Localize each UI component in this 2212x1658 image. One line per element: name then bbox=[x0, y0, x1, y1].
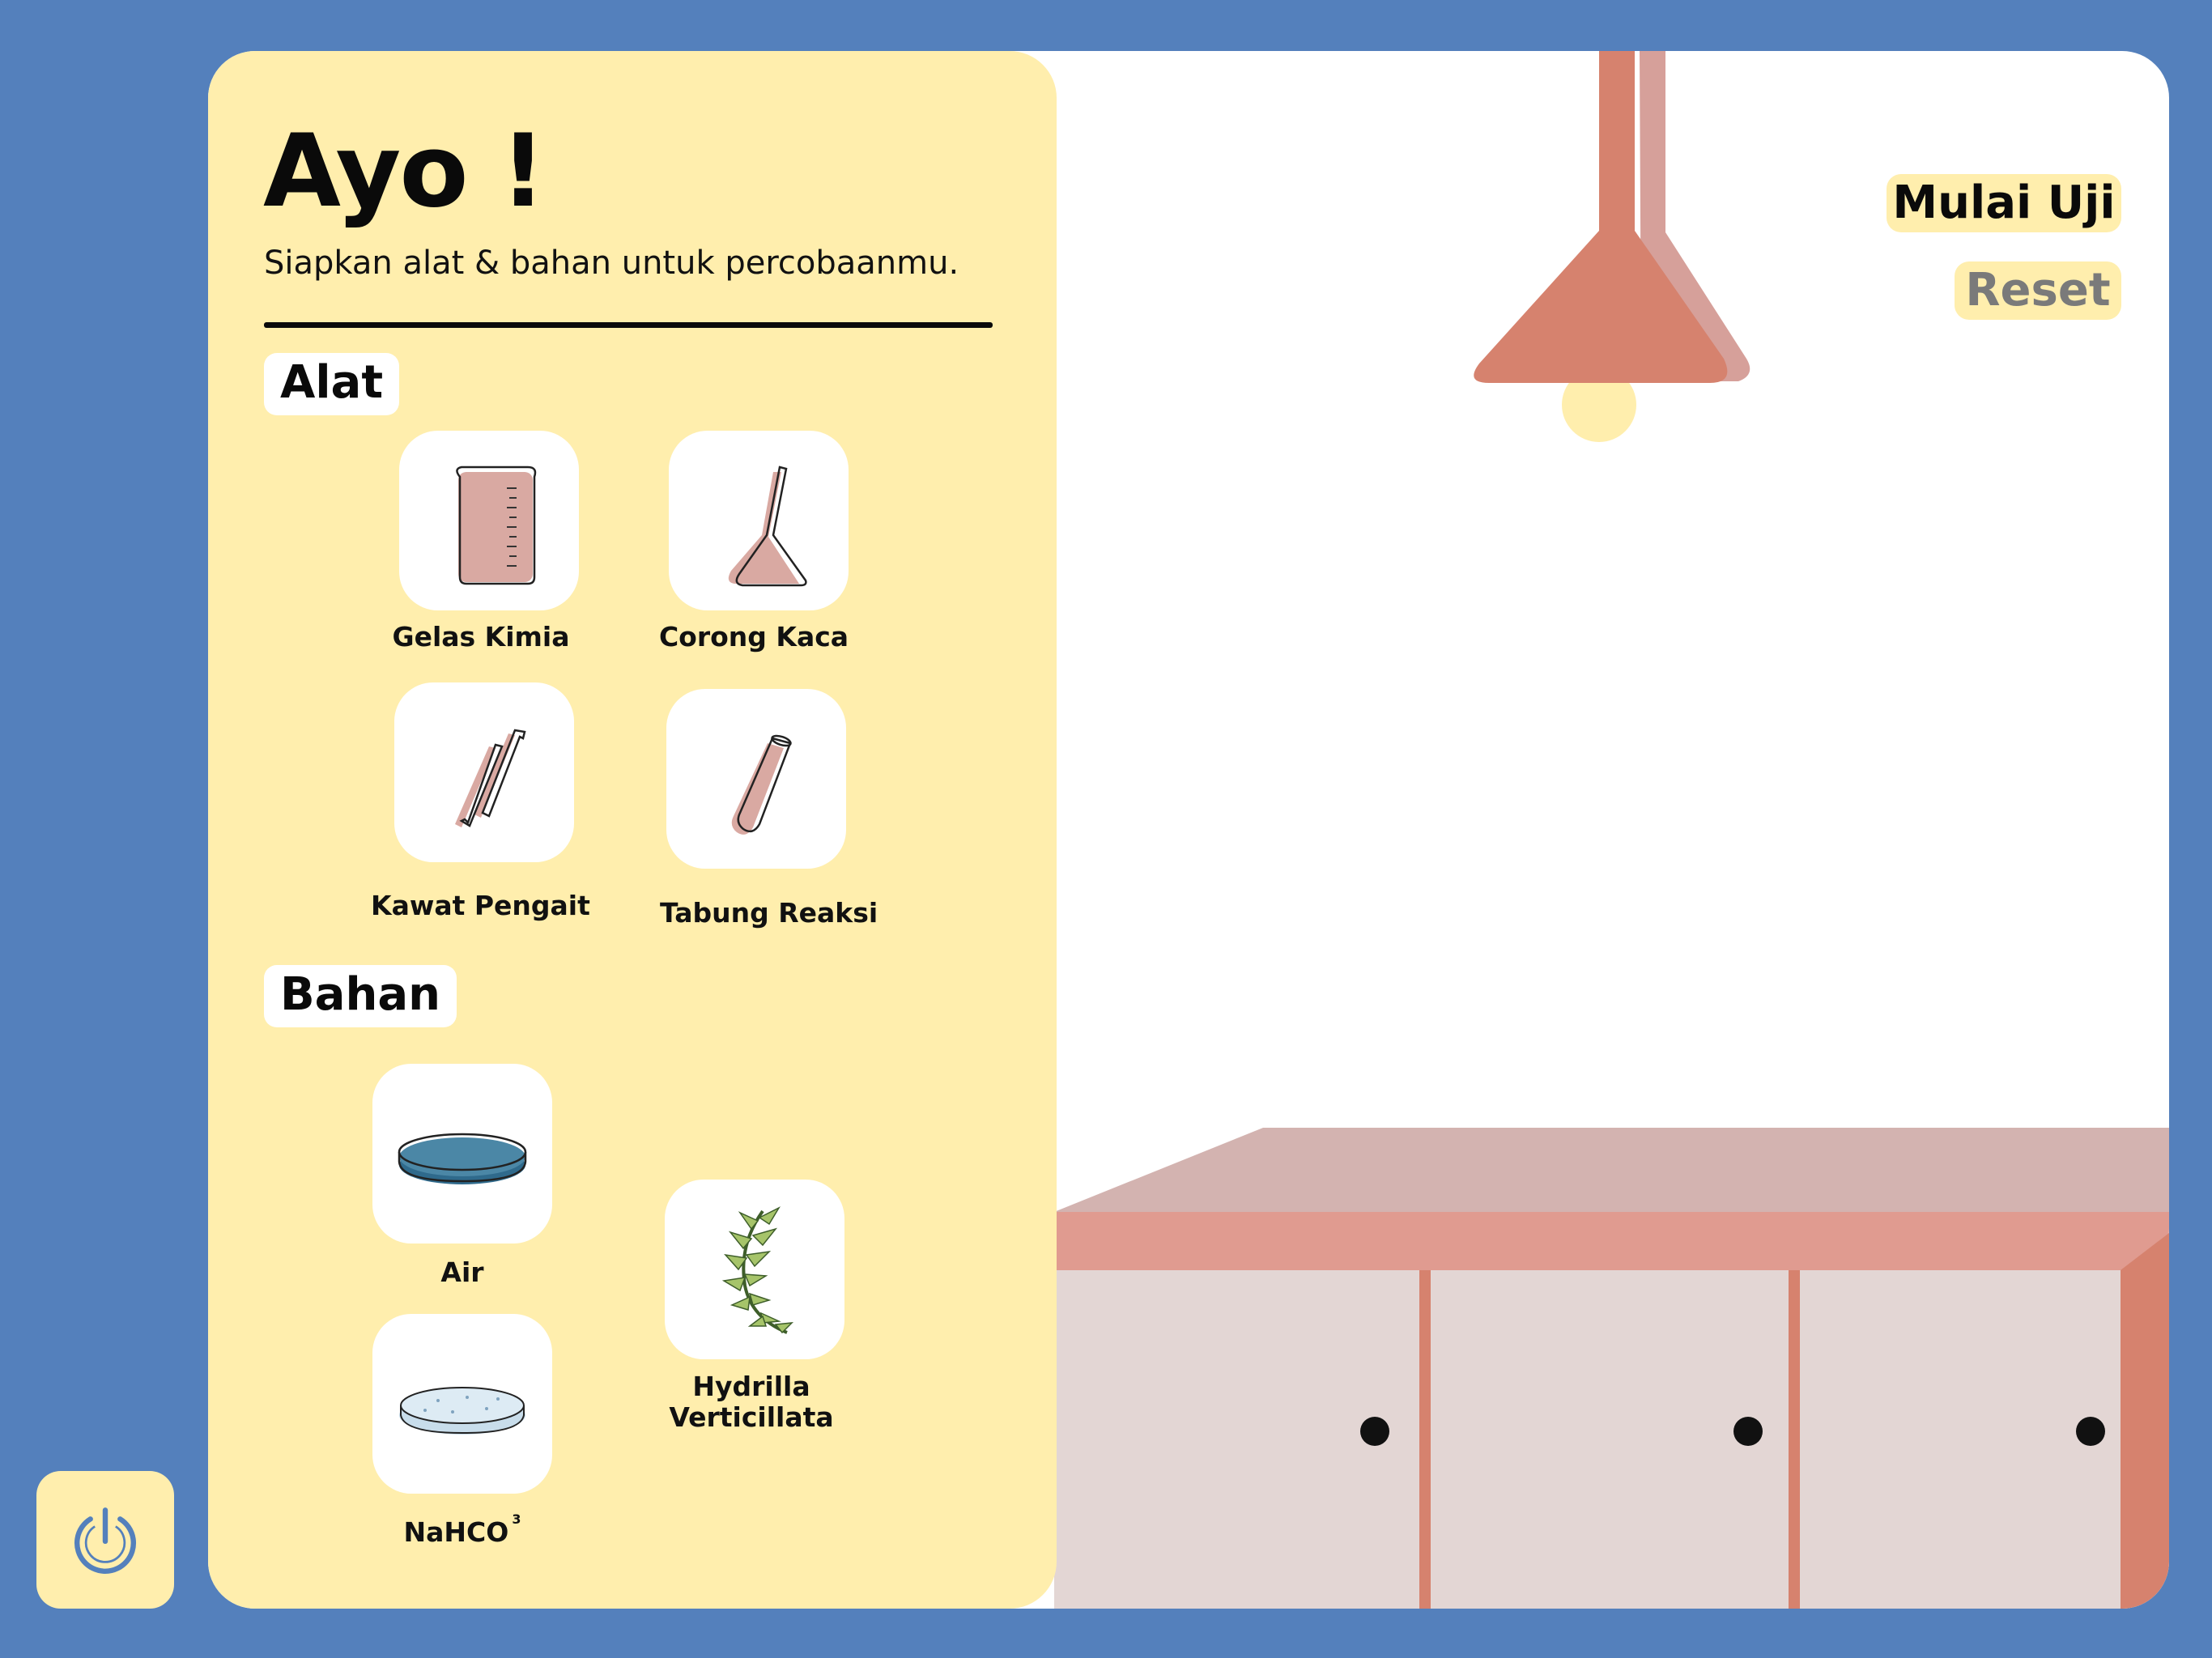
section-heading-alat: Alat bbox=[264, 353, 400, 415]
start-test-button[interactable]: Mulai Uji bbox=[1887, 174, 2121, 232]
item-label: Kawat Pengait bbox=[371, 890, 590, 921]
item-hook-wire[interactable] bbox=[394, 682, 574, 862]
power-button[interactable] bbox=[36, 1471, 174, 1609]
item-sodium-bicarbonate[interactable] bbox=[372, 1314, 552, 1494]
item-label-text: NaHCO bbox=[403, 1516, 509, 1548]
item-label: Corong Kaca bbox=[658, 621, 849, 653]
hydrilla-plant-icon bbox=[721, 1206, 794, 1334]
item-label-superscript: 3 bbox=[512, 1511, 521, 1527]
item-beaker[interactable] bbox=[399, 431, 579, 610]
cabinet-knob[interactable] bbox=[1360, 1417, 1389, 1446]
funnel-icon bbox=[728, 466, 807, 587]
reset-button[interactable]: Reset bbox=[1955, 261, 2121, 320]
water-dish-icon bbox=[398, 1133, 527, 1184]
page-subtitle: Siapkan alat & bahan untuk percobaanmu. bbox=[264, 244, 959, 282]
section-heading-bahan: Bahan bbox=[264, 965, 457, 1027]
cabinet-knob[interactable] bbox=[2076, 1417, 2105, 1446]
item-label-line: Verticillata bbox=[669, 1401, 834, 1433]
divider bbox=[264, 322, 993, 328]
preparation-panel bbox=[208, 51, 1057, 1609]
item-label-line: Hydrilla bbox=[692, 1371, 810, 1402]
cabinet-knob[interactable] bbox=[1733, 1417, 1763, 1446]
item-label: Tabung Reaksi bbox=[660, 897, 878, 929]
item-funnel[interactable] bbox=[669, 431, 849, 610]
page-title: Ayo ! bbox=[263, 113, 546, 230]
test-tube-icon bbox=[731, 734, 792, 835]
item-hydrilla[interactable] bbox=[665, 1180, 844, 1359]
beaker-icon bbox=[456, 466, 537, 585]
hook-wire-icon bbox=[455, 729, 526, 827]
item-water[interactable] bbox=[372, 1064, 552, 1244]
item-label: Gelas Kimia bbox=[392, 621, 570, 653]
item-label: Air bbox=[440, 1256, 484, 1288]
item-label: NaHCO 3 bbox=[365, 1511, 559, 1548]
power-icon bbox=[74, 1507, 137, 1574]
item-test-tube[interactable] bbox=[666, 689, 846, 869]
ceiling-lamp bbox=[1474, 51, 1750, 442]
item-label-multiline: Hydrilla Verticillata bbox=[654, 1371, 849, 1433]
sodium-bicarbonate-dish-icon bbox=[399, 1387, 525, 1435]
